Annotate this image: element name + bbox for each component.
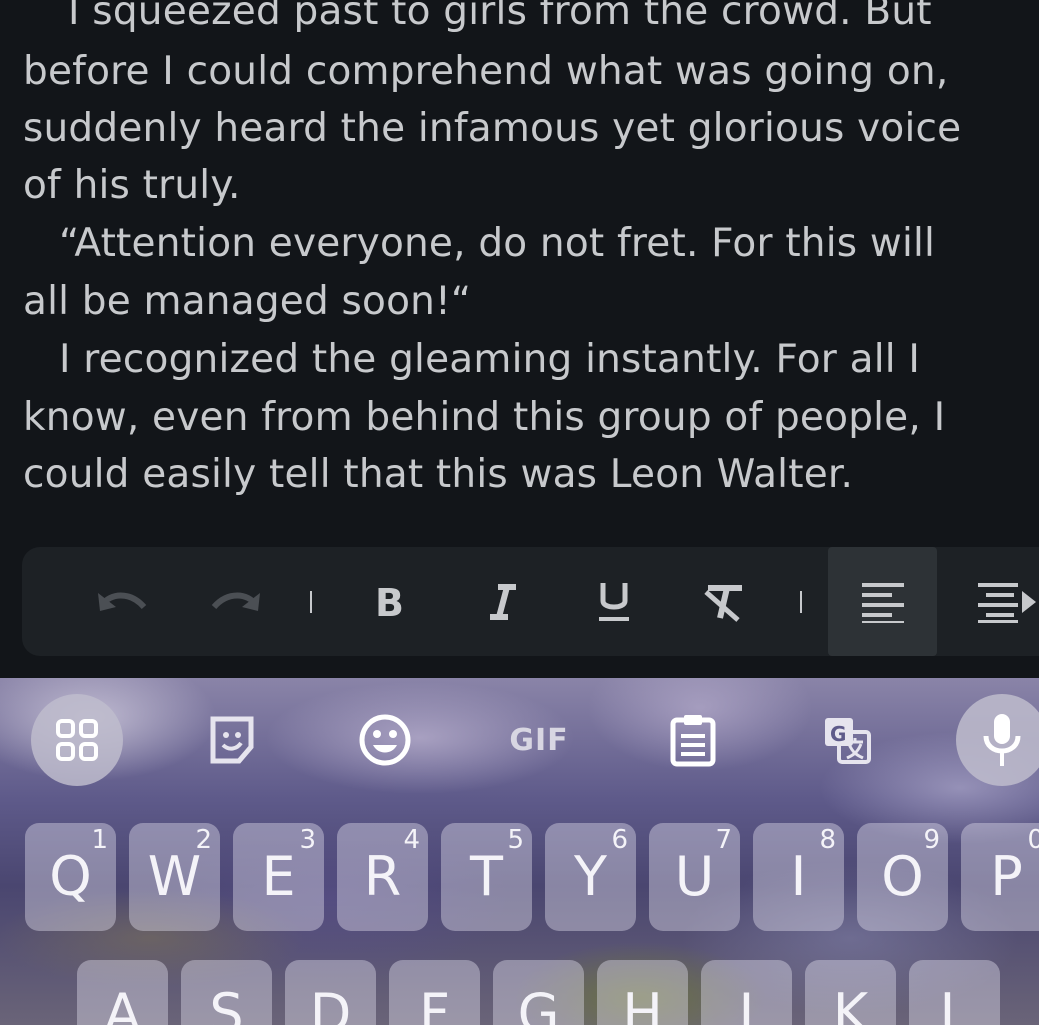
- key-k[interactable]: K: [805, 960, 896, 1025]
- key-j[interactable]: J: [701, 960, 792, 1025]
- key-o[interactable]: 9O: [857, 823, 948, 931]
- key-q[interactable]: 1Q: [25, 823, 116, 931]
- separator: [796, 547, 806, 656]
- voice-input-button[interactable]: [956, 694, 1039, 786]
- document-line: “Attention everyone, do not fret. For th…: [59, 221, 936, 266]
- keyboard-toolbar: GIF G: [0, 678, 1039, 800]
- svg-text:B: B: [375, 584, 403, 620]
- document-line: before I could comprehend what was going…: [23, 49, 949, 94]
- document-line: of his truly.: [23, 163, 241, 208]
- gif-button[interactable]: GIF: [493, 694, 585, 786]
- key-e[interactable]: 3E: [233, 823, 324, 931]
- document-line: I squeezed past to girls from the crowd.…: [68, 0, 932, 34]
- key-letter: F: [418, 982, 451, 1025]
- key-letter: P: [990, 845, 1023, 908]
- underline-icon: [599, 582, 629, 621]
- svg-text:G: G: [830, 722, 846, 746]
- underline-button[interactable]: [588, 547, 640, 656]
- key-g[interactable]: G: [493, 960, 584, 1025]
- translate-icon: G: [825, 718, 871, 764]
- apps-icon: [56, 719, 98, 761]
- sticker-icon: [210, 716, 254, 764]
- microphone-icon: [983, 714, 1021, 766]
- key-letter: Q: [49, 845, 92, 908]
- key-letter: L: [939, 982, 970, 1025]
- key-d[interactable]: D: [285, 960, 376, 1025]
- document-line: could easily tell that this was Leon Wal…: [23, 452, 854, 497]
- document-body[interactable]: I squeezed past to girls from the crowd.…: [0, 0, 1039, 540]
- translate-button[interactable]: G: [801, 694, 893, 786]
- key-letter: O: [881, 845, 924, 908]
- align-left-button[interactable]: [828, 547, 937, 656]
- italic-icon: [490, 583, 516, 620]
- key-letter: G: [517, 982, 560, 1025]
- bold-button[interactable]: B: [362, 547, 414, 656]
- clear-format-icon: [704, 584, 742, 622]
- separator: [306, 547, 316, 656]
- key-letter: D: [309, 982, 352, 1025]
- key-h[interactable]: H: [597, 960, 688, 1025]
- key-letter: I: [790, 845, 807, 908]
- undo-icon: [98, 592, 147, 611]
- key-letter: S: [209, 982, 244, 1025]
- redo-button[interactable]: [204, 547, 268, 656]
- document-line: all be managed soon!“: [23, 279, 472, 324]
- document-line: I recognized the gleaming instantly. For…: [59, 337, 921, 382]
- key-letter: H: [622, 982, 663, 1025]
- key-y[interactable]: 6Y: [545, 823, 636, 931]
- clipboard-icon: [670, 715, 716, 767]
- on-screen-keyboard: GIF G 1Q 2W 3E 4R 5 T 6 Y 7 U 8 I 9 O 0 …: [0, 678, 1039, 1025]
- key-letter: J: [738, 982, 755, 1025]
- undo-button[interactable]: [90, 547, 154, 656]
- bold-icon: B: [375, 584, 403, 620]
- italic-button[interactable]: [477, 547, 529, 656]
- document-line: suddenly heard the infamous yet glorious…: [23, 106, 962, 151]
- key-letter: A: [104, 982, 141, 1025]
- redo-icon: [211, 592, 260, 611]
- gif-label: GIF: [509, 722, 569, 758]
- key-r[interactable]: 4R: [337, 823, 428, 931]
- key-letter: E: [261, 845, 296, 908]
- key-letter: W: [147, 845, 202, 908]
- key-letter: U: [674, 845, 715, 908]
- key-p[interactable]: 0P: [961, 823, 1039, 931]
- key-letter: T: [470, 845, 503, 908]
- emoji-button[interactable]: [339, 694, 431, 786]
- key-t[interactable]: 5T: [441, 823, 532, 931]
- key-u[interactable]: 7U: [649, 823, 740, 931]
- key-i[interactable]: 8I: [753, 823, 844, 931]
- indent-icon: [978, 582, 1036, 623]
- clipboard-button[interactable]: [647, 694, 739, 786]
- clear-format-button[interactable]: [698, 547, 750, 656]
- key-l[interactable]: L: [909, 960, 1000, 1025]
- key-f[interactable]: F: [389, 960, 480, 1025]
- key-w[interactable]: 2W: [129, 823, 220, 931]
- sticker-button[interactable]: [186, 694, 278, 786]
- key-a[interactable]: A: [77, 960, 168, 1025]
- indent-button[interactable]: [972, 547, 1039, 656]
- emoji-icon: [359, 714, 411, 766]
- align-left-icon: [861, 582, 904, 623]
- document-line: know, even from behind this group of peo…: [23, 395, 946, 440]
- key-s[interactable]: S: [181, 960, 272, 1025]
- formatting-toolbar: B: [22, 547, 1039, 656]
- key-letter: Y: [574, 845, 607, 908]
- key-letter: R: [363, 845, 402, 908]
- key-letter: K: [832, 982, 869, 1025]
- apps-button[interactable]: [31, 694, 123, 786]
